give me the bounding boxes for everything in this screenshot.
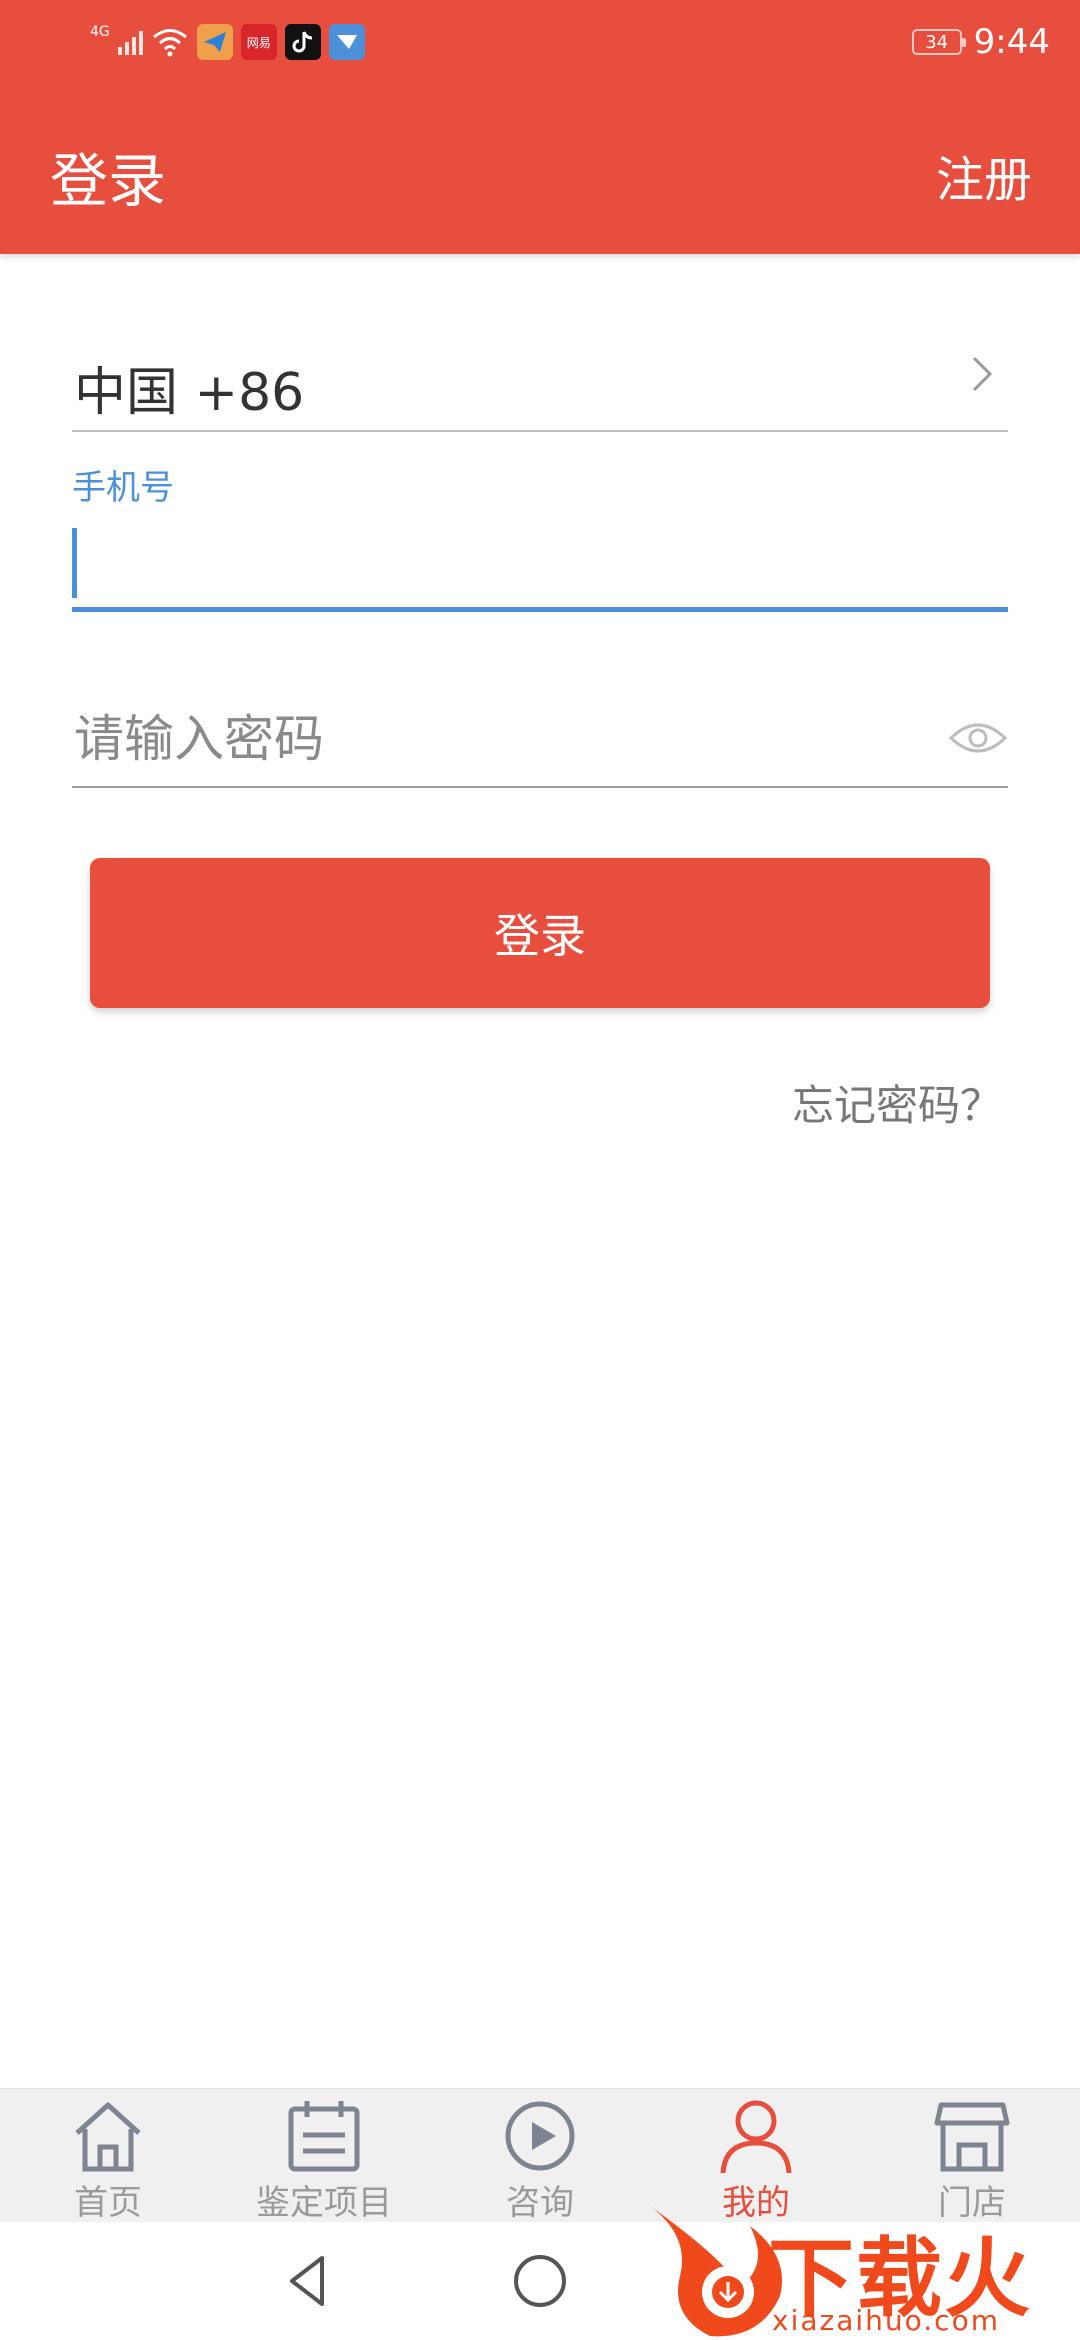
tab-home[interactable]: 首页 <box>0 2097 216 2223</box>
text-caret <box>72 528 77 598</box>
wangyi-label: 网易 <box>246 35 271 50</box>
eye-icon[interactable] <box>948 716 1008 760</box>
phone-field[interactable] <box>72 520 1008 612</box>
tab-appraisal[interactable]: 鉴定项目 <box>216 2097 432 2223</box>
telegram-icon <box>196 24 233 60</box>
calendar-icon <box>288 2101 360 2172</box>
status-left: 4G 网易 <box>90 20 365 64</box>
phone-input[interactable] <box>86 520 990 610</box>
login-button[interactable]: 登录 <box>90 858 990 1008</box>
mail-icon <box>328 24 365 60</box>
back-icon[interactable] <box>278 2250 340 2312</box>
signal-icon <box>117 29 143 55</box>
network-type: 4G <box>90 24 110 40</box>
tab-appraisal-label: 鉴定项目 <box>256 2183 392 2223</box>
country-code-selector[interactable]: 中国 +86 <box>72 330 1008 432</box>
password-input[interactable] <box>72 690 896 788</box>
play-icon <box>505 2101 575 2171</box>
home-icon <box>75 2102 141 2172</box>
login-button-label: 登录 <box>494 909 586 963</box>
watermark-url: xiazaihuo.com <box>772 2304 1000 2337</box>
user-icon <box>720 2100 792 2174</box>
chevron-right-icon <box>972 356 993 392</box>
page-title: 登录 <box>50 147 167 215</box>
wangyi-news-icon: 网易 <box>240 24 277 60</box>
home-button-icon[interactable] <box>509 2250 571 2312</box>
password-field[interactable] <box>72 690 1008 788</box>
app-header: 登录 注册 <box>0 84 1080 254</box>
clock: 9:44 <box>973 22 1050 62</box>
tab-consult[interactable]: 咨询 <box>432 2097 648 2223</box>
tiktok-icon <box>284 24 321 60</box>
forgot-password-link[interactable]: 忘记密码？ <box>792 1072 1002 1133</box>
register-button[interactable]: 注册 <box>936 140 1032 210</box>
store-icon <box>934 2102 1010 2172</box>
wifi-icon <box>152 29 187 57</box>
status-bar: 4G 网易 34 9:44 <box>0 0 1080 84</box>
country-code: 中国 +86 <box>74 363 305 423</box>
battery-icon: 34 <box>911 29 966 55</box>
tab-consult-label: 咨询 <box>506 2183 574 2223</box>
phone-label: 手机号 <box>72 468 174 508</box>
status-right: 34 9:44 <box>911 18 1050 66</box>
battery-level: 34 <box>925 31 949 53</box>
tab-home-label: 首页 <box>74 2183 142 2223</box>
